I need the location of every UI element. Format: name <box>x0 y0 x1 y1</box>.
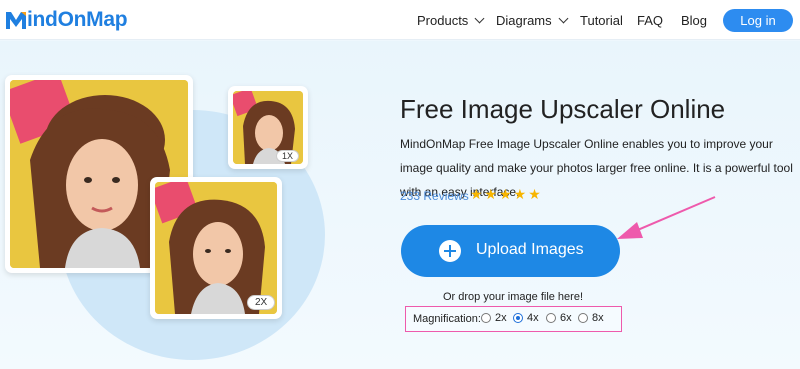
mindonmap-logo[interactable]: indOnMap <box>4 7 128 33</box>
nav-faq-label: FAQ <box>637 13 664 28</box>
star-rating: ★★★★★ <box>470 186 543 202</box>
plus-icon <box>439 240 461 262</box>
upload-images-label: Upload Images <box>476 241 584 258</box>
radio-button[interactable] <box>546 313 556 323</box>
radio-button[interactable] <box>481 313 491 323</box>
sample-photo-medium: 2X <box>150 177 282 319</box>
magnification-option-2x[interactable]: 2x <box>481 312 507 324</box>
chevron-down-icon <box>558 13 569 24</box>
nav-products[interactable]: Products <box>417 13 485 28</box>
nav-tutorial[interactable]: Tutorial <box>580 13 623 28</box>
nav-diagrams-label: Diagrams <box>496 13 552 28</box>
upload-images-button[interactable]: Upload Images <box>401 225 620 277</box>
option-label: 8x <box>592 312 604 324</box>
option-label: 2x <box>495 312 507 324</box>
zoom-tag-small: 1X <box>276 150 300 162</box>
magnification-label: Magnification: <box>413 313 481 325</box>
logo-text: indOnMap <box>27 8 128 31</box>
option-label: 4x <box>527 312 539 324</box>
reviews-link[interactable]: 233 Reviews <box>400 189 469 203</box>
magnification-option-8x[interactable]: 8x <box>578 312 604 324</box>
chevron-down-icon <box>474 13 485 24</box>
nav-blog[interactable]: Blog <box>681 13 707 28</box>
pink-arrow-annotation <box>617 196 716 239</box>
top-nav-bar: indOnMap Products Diagrams Tutorial FAQ … <box>0 0 800 40</box>
nav-products-label: Products <box>417 13 469 28</box>
logo-m-icon <box>6 12 26 29</box>
login-button[interactable]: Log in <box>723 9 793 32</box>
radio-button[interactable] <box>578 313 588 323</box>
radio-button-selected[interactable] <box>513 313 523 323</box>
nav-tutorial-label: Tutorial <box>580 13 623 28</box>
nav-diagrams[interactable]: Diagrams <box>496 13 569 28</box>
nav-blog-label: Blog <box>681 13 708 28</box>
drop-hint: Or drop your image file here! <box>443 291 584 303</box>
sample-photo-small: 1X <box>228 86 308 169</box>
page-title: Free Image Upscaler Online <box>400 94 726 124</box>
option-label: 6x <box>560 312 572 324</box>
nav-faq[interactable]: FAQ <box>637 13 663 28</box>
magnification-selector: Magnification: 2x 4x 6x 8x <box>405 306 622 332</box>
zoom-tag-medium: 2X <box>247 295 276 310</box>
magnification-option-6x[interactable]: 6x <box>546 312 572 324</box>
magnification-option-4x[interactable]: 4x <box>513 312 539 324</box>
